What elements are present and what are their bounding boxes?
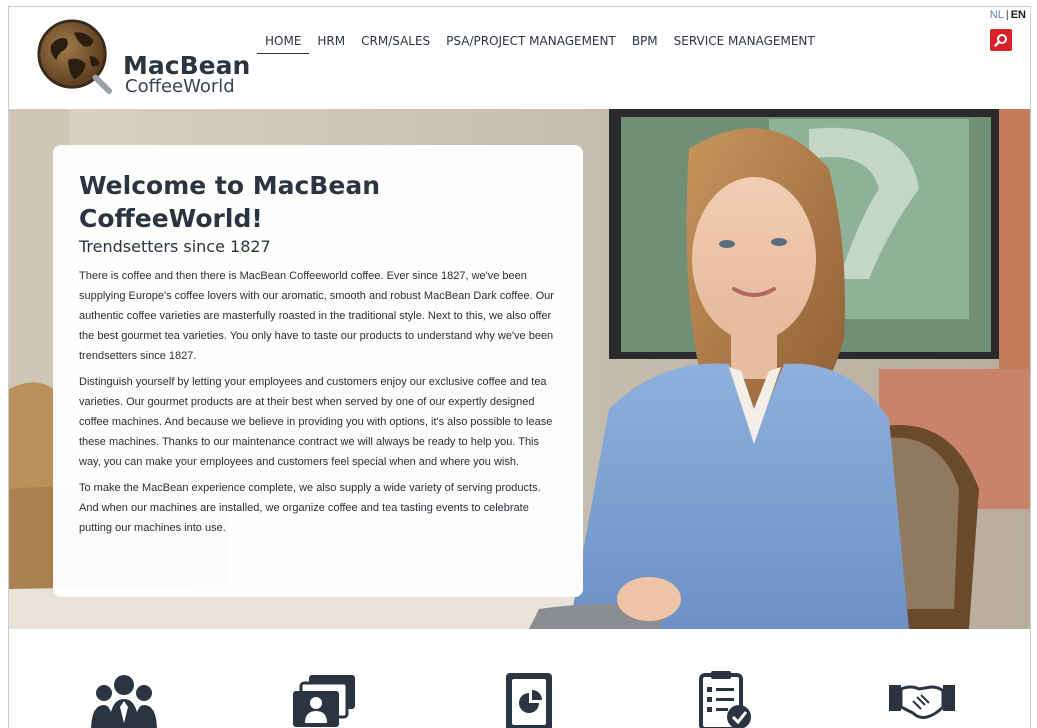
globe-logo-icon — [37, 19, 113, 95]
nav-item-bpm[interactable]: BPM — [624, 33, 666, 54]
nav-item-crm-sales[interactable]: CRM/SALES — [353, 33, 438, 54]
welcome-paragraph-3: To make the MacBean experience complete,… — [79, 482, 541, 534]
welcome-paragraph-1: There is coffee and then there is MacBea… — [79, 270, 554, 362]
search-button[interactable] — [990, 29, 1012, 51]
welcome-paragraph-2: Distinguish yourself by letting your emp… — [79, 376, 553, 468]
language-option-en[interactable]: EN — [1011, 9, 1026, 21]
page-frame: MacBean CoffeeWorld HOME HRM CRM/SALES P… — [8, 6, 1031, 728]
brand-logo[interactable]: MacBean CoffeeWorld — [35, 17, 255, 97]
nav-item-psa-project-management[interactable]: PSA/PROJECT MANAGEMENT — [438, 33, 624, 54]
document-chart-icon[interactable] — [494, 671, 564, 728]
hero-banner: Welcome to MacBean CoffeeWorld! Trendset… — [9, 109, 1030, 629]
language-switcher: NL | EN — [990, 9, 1026, 21]
welcome-subtitle: Trendsetters since 1827 — [79, 237, 271, 256]
search-icon — [994, 34, 1007, 47]
checklist-icon[interactable] — [689, 671, 759, 728]
nav-item-service-management[interactable]: SERVICE MANAGEMENT — [666, 33, 823, 54]
feature-icons-row — [9, 629, 1030, 728]
team-icon[interactable] — [89, 671, 159, 728]
site-header: MacBean CoffeeWorld HOME HRM CRM/SALES P… — [9, 7, 1030, 109]
welcome-title: Welcome to MacBean CoffeeWorld! — [79, 171, 380, 233]
welcome-card: Welcome to MacBean CoffeeWorld! Trendset… — [53, 145, 583, 597]
handshake-icon[interactable] — [887, 671, 957, 728]
brand-subname: CoffeeWorld — [125, 76, 235, 97]
language-option-nl[interactable]: NL — [990, 9, 1004, 21]
nav-item-hrm[interactable]: HRM — [309, 33, 353, 54]
contact-cards-icon[interactable] — [289, 671, 359, 728]
nav-item-home[interactable]: HOME — [257, 33, 310, 54]
language-separator: | — [1005, 9, 1009, 21]
main-nav: HOME HRM CRM/SALES PSA/PROJECT MANAGEMEN… — [257, 33, 823, 54]
